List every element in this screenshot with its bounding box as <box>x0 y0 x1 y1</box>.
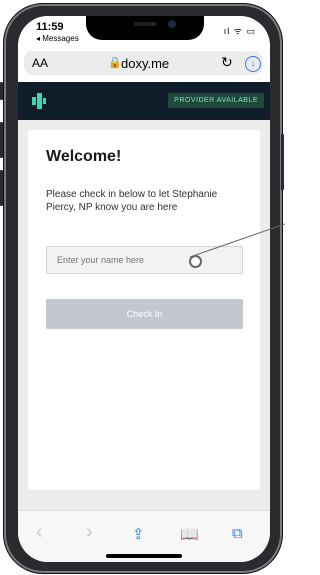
status-time: 11:59 <box>36 21 64 33</box>
check-in-button[interactable]: Check In <box>46 299 243 329</box>
text-size-button[interactable]: AA <box>32 56 48 70</box>
home-indicator <box>106 554 182 558</box>
lock-icon: 🔒 <box>108 57 122 69</box>
back-icon[interactable]: ‹ <box>36 521 43 544</box>
browser-address-bar: AA 🔒 doxy.me ↻ ↓ <box>18 46 270 82</box>
name-input[interactable] <box>46 246 243 274</box>
volume-up-button <box>0 122 3 158</box>
share-icon[interactable]: ⇪ <box>132 525 145 543</box>
site-header: PROVIDER AVAILABLE <box>18 82 270 120</box>
forward-icon[interactable]: › <box>86 521 93 544</box>
status-bar: 11:59 ◂ Messages ıl ᯤ ▭ <box>18 16 270 46</box>
download-icon[interactable]: ↓ <box>245 56 261 72</box>
tap-indicator <box>189 255 202 268</box>
camera-icon <box>168 20 176 28</box>
bookmarks-icon[interactable]: 📖 <box>180 525 199 543</box>
page-title: Welcome! <box>46 148 122 165</box>
silent-switch <box>0 82 3 100</box>
reload-icon[interactable]: ↻ <box>221 54 233 71</box>
doxy-logo-icon <box>32 93 46 109</box>
notch <box>86 16 204 40</box>
checkin-instructions: Please check in below to let Stephanie P… <box>46 189 218 213</box>
checkin-card: Welcome! Please check in below to let St… <box>28 130 260 490</box>
back-to-app-link[interactable]: ◂ Messages <box>36 34 79 43</box>
signal-wifi-battery-icon: ıl ᯤ ▭ <box>223 26 256 36</box>
url-domain[interactable]: doxy.me <box>121 56 169 71</box>
speaker-icon <box>134 22 156 26</box>
url-field[interactable]: AA 🔒 doxy.me ↻ ↓ <box>24 51 262 75</box>
phone-screen: 11:59 ◂ Messages ıl ᯤ ▭ AA 🔒 doxy.me ↻ ↓… <box>18 16 270 562</box>
provider-status-badge: PROVIDER AVAILABLE <box>168 93 264 108</box>
tabs-icon[interactable]: ⧉ <box>232 525 243 542</box>
power-button <box>281 134 284 190</box>
volume-down-button <box>0 170 3 206</box>
